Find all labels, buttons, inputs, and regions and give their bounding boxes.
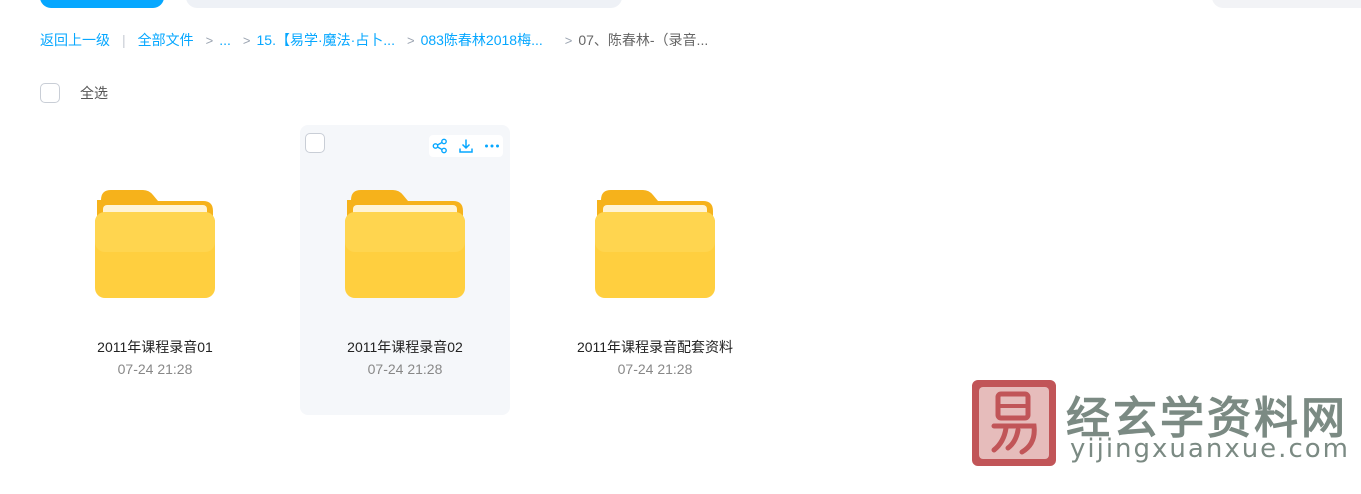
select-all-label: 全选: [80, 85, 108, 101]
folder-card[interactable]: 2011年课程录音配套资料 07-24 21:28: [550, 125, 760, 415]
download-icon[interactable]: [457, 137, 475, 155]
breadcrumb: 返回上一级 | 全部文件 > ... > 15.【易学·魔法·占卜... > 0…: [40, 30, 708, 50]
card-actions: [429, 135, 503, 157]
breadcrumb-item-083[interactable]: 083陈春林2018梅...: [421, 30, 543, 50]
chevron-right-icon: >: [564, 32, 573, 48]
seal-logo: [972, 380, 1056, 466]
folder-time: 07-24 21:28: [617, 361, 693, 377]
share-icon[interactable]: [431, 137, 449, 155]
folder-time: 07-24 21:28: [117, 361, 193, 377]
folder-name[interactable]: 2011年课程录音配套资料: [550, 337, 760, 357]
breadcrumb-current: 07、陈春林-（录音...: [578, 32, 709, 48]
breadcrumb-item-all-files[interactable]: 全部文件: [138, 30, 194, 50]
chevron-right-icon: >: [205, 32, 214, 48]
watermark: 经玄学资料网 yijingxuanxue.com: [972, 380, 1352, 470]
folder-name[interactable]: 2011年课程录音01: [50, 337, 260, 357]
breadcrumb-divider: |: [122, 32, 126, 48]
folder-icon: [95, 190, 215, 298]
folder-icon: [595, 190, 715, 298]
folder-icon: [345, 190, 465, 298]
breadcrumb-item-yixue[interactable]: 15.【易学·魔法·占卜...: [257, 30, 395, 50]
chevron-right-icon: >: [406, 32, 415, 48]
folder-time: 07-24 21:28: [367, 361, 443, 377]
chevron-right-icon: >: [242, 32, 251, 48]
file-grid: 2011年课程录音01 07-24 21:28 2011年课程录音02 07-2…: [50, 125, 810, 415]
folder-checkbox[interactable]: [305, 133, 325, 153]
seal-glyph: [991, 391, 1037, 455]
select-all-row: 全选: [40, 83, 108, 103]
upload-button[interactable]: [40, 0, 164, 8]
breadcrumb-item-ellipsis[interactable]: ...: [219, 32, 231, 48]
more-icon[interactable]: [483, 137, 501, 155]
folder-name[interactable]: 2011年课程录音02: [300, 337, 510, 357]
folder-card[interactable]: 2011年课程录音02 07-24 21:28: [300, 125, 510, 415]
select-all-checkbox[interactable]: [40, 83, 60, 103]
folder-card[interactable]: 2011年课程录音01 07-24 21:28: [50, 125, 260, 415]
search-input[interactable]: [186, 0, 622, 8]
top-right-control[interactable]: [1212, 0, 1361, 8]
back-link[interactable]: 返回上一级: [40, 30, 110, 50]
watermark-url: yijingxuanxue.com: [1070, 434, 1350, 464]
